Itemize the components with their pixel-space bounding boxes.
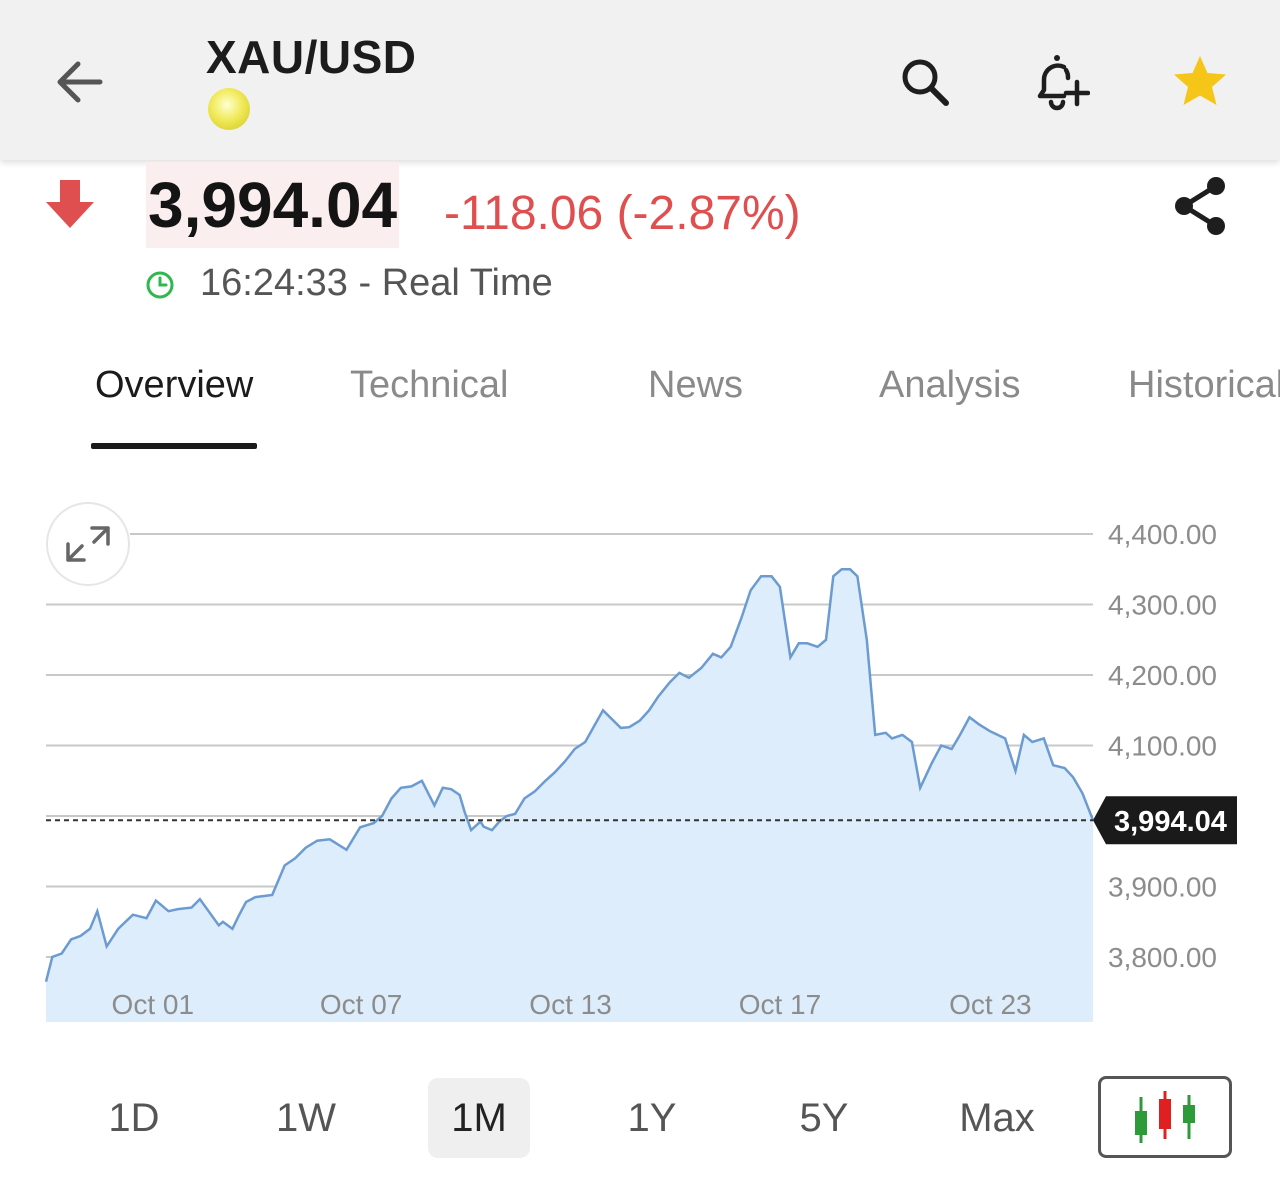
price-change: -118.06 (-2.87%) xyxy=(444,187,801,240)
x-tick-label: Oct 01 xyxy=(112,989,194,1020)
share-icon[interactable] xyxy=(1168,174,1232,238)
gold-coin-icon xyxy=(208,88,250,130)
expand-icon xyxy=(66,526,110,562)
y-tick-label: 4,400.00 xyxy=(1108,519,1217,550)
search-icon[interactable] xyxy=(894,52,954,112)
range-1d[interactable]: 1D xyxy=(84,1078,184,1158)
y-tick-label: 3,900.00 xyxy=(1108,872,1217,903)
active-tab-indicator xyxy=(91,443,257,449)
range-1m[interactable]: 1M xyxy=(428,1078,530,1158)
tab-overview[interactable]: Overview xyxy=(95,364,253,407)
range-1w[interactable]: 1W xyxy=(256,1078,356,1158)
range-selector: 1D 1W 1M 1Y 5Y Max xyxy=(0,1074,1280,1170)
bell-plus-icon[interactable] xyxy=(1030,52,1090,112)
tab-news[interactable]: News xyxy=(648,364,743,407)
x-tick-label: Oct 13 xyxy=(529,989,611,1020)
range-max[interactable]: Max xyxy=(946,1078,1048,1158)
down-arrow-icon xyxy=(46,180,94,228)
app-bar: XAU/USD xyxy=(0,0,1280,160)
tab-technical[interactable]: Technical xyxy=(350,364,508,407)
last-price: 3,994.04 xyxy=(146,162,400,248)
tab-historical[interactable]: Historical xyxy=(1128,364,1280,407)
x-tick-label: Oct 23 xyxy=(949,989,1031,1020)
quote-time: 16:24:33 - Real Time xyxy=(200,262,553,304)
y-tick-label: 4,200.00 xyxy=(1108,660,1217,691)
x-tick-label: Oct 07 xyxy=(320,989,402,1020)
range-1y[interactable]: 1Y xyxy=(602,1078,702,1158)
instrument-title: XAU/USD xyxy=(206,31,417,83)
current-price-label: 3,994.04 xyxy=(1114,806,1227,838)
star-icon[interactable] xyxy=(1170,52,1230,112)
x-tick-label: Oct 17 xyxy=(739,989,821,1020)
expand-chart-button[interactable] xyxy=(46,502,130,586)
candlestick-toggle-button[interactable] xyxy=(1098,1076,1232,1158)
y-tick-label: 4,300.00 xyxy=(1108,590,1217,621)
candlestick-icon xyxy=(1135,1091,1195,1143)
tab-analysis[interactable]: Analysis xyxy=(879,364,1021,407)
price-chart[interactable]: 3,800.00 3,900.00 4,100.00 4,200.00 4,300.00… xyxy=(0,480,1280,1060)
y-tick-label: 3,800.00 xyxy=(1108,942,1217,973)
range-5y[interactable]: 5Y xyxy=(774,1078,874,1158)
tab-bar: Overview Technical News Analysis Histori… xyxy=(0,340,1280,460)
quote-panel: 3,994.04 -118.06 (-2.87%) 16:24:33 - Rea… xyxy=(0,160,1280,340)
arrow-left-icon[interactable] xyxy=(52,54,108,110)
clock-icon xyxy=(146,271,174,299)
y-tick-label: 4,100.00 xyxy=(1108,731,1217,762)
price-area-fill xyxy=(46,569,1093,1022)
